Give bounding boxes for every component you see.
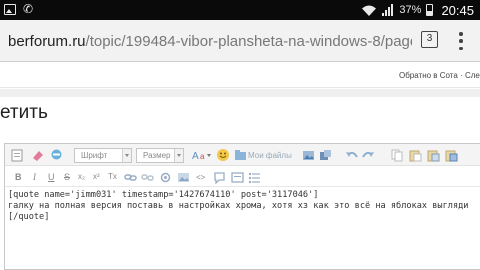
gallery-icon [4,4,16,15]
battery-percentage: 37% [399,4,422,16]
page-title: етить [0,102,48,123]
phone-icon: ✆ [23,2,34,16]
font-select[interactable]: Шрифт [74,148,132,163]
copy-icon[interactable] [391,149,404,162]
overflow-menu-icon[interactable] [456,31,466,51]
editor-content[interactable]: [quote name='jimm031' timestamp='1427674… [8,190,478,223]
unlink-icon[interactable] [141,171,154,184]
code-icon[interactable]: <> [196,173,205,182]
svg-text:a: a [200,152,205,161]
paste-icon[interactable] [409,149,422,162]
wifi-icon [362,5,377,16]
eraser-icon[interactable] [31,149,44,162]
paste-text-icon[interactable] [427,149,440,162]
tabs-icon[interactable]: 3 [421,31,438,48]
spoiler-icon[interactable] [231,171,244,184]
image-icon[interactable] [302,149,315,162]
bold-icon[interactable]: B [15,172,22,182]
subscript-icon[interactable]: x₂ [78,172,85,181]
editor-toolbar-row1: Шрифт Размер Aa Мои файлы [5,144,480,166]
undo-icon[interactable] [345,149,358,162]
page-top-strip: Обратно в Сота · Сле [0,62,480,88]
remove-format-icon[interactable]: Tx [108,172,117,181]
redo-icon[interactable] [362,149,375,162]
url-path: /topic/199484-vibor-plansheta-na-windows… [85,32,412,50]
reply-editor: Шрифт Размер Aa Мои файлы B I U S x₂ x² … [4,143,480,270]
divider-band [0,89,480,97]
strike-icon[interactable]: S [64,172,70,182]
size-select-value: Размер [143,151,171,160]
files-icon[interactable] [234,149,247,162]
files-label[interactable]: Мои файлы [248,151,292,160]
text-color-icon[interactable]: Aa [192,149,212,162]
bullet-list-icon[interactable] [248,171,261,184]
quote-icon[interactable] [213,171,226,184]
superscript-icon[interactable]: x² [93,172,100,181]
clock: 20:45 [441,2,474,18]
url-host: berforum.ru [8,32,86,50]
status-bar: ✆ 37% 20:45 [0,0,480,20]
font-select-value: Шрифт [81,151,108,160]
italic-icon[interactable]: I [33,172,36,182]
image-insert-icon[interactable] [177,171,190,184]
media-icon[interactable] [319,149,332,162]
editor-toolbar-row2: B I U S x₂ x² Tx <> [5,167,480,187]
underline-icon[interactable]: U [48,172,55,182]
url-bar[interactable]: berforum.ru/topic/199484-vibor-plansheta… [0,20,412,62]
size-select[interactable]: Размер [136,148,184,163]
svg-text:A: A [192,151,199,162]
anchor-icon[interactable] [159,171,172,184]
browser-toolbar: berforum.ru/topic/199484-vibor-plansheta… [0,20,480,62]
spellcheck-icon[interactable] [50,148,63,161]
link-icon[interactable] [124,171,137,184]
back-link[interactable]: Обратно в Сота · Сле [399,71,480,80]
paste-word-icon[interactable] [445,149,458,162]
battery-icon [426,4,434,16]
signal-icon [382,4,394,16]
smiley-icon[interactable] [216,148,230,162]
source-icon[interactable] [11,149,24,162]
